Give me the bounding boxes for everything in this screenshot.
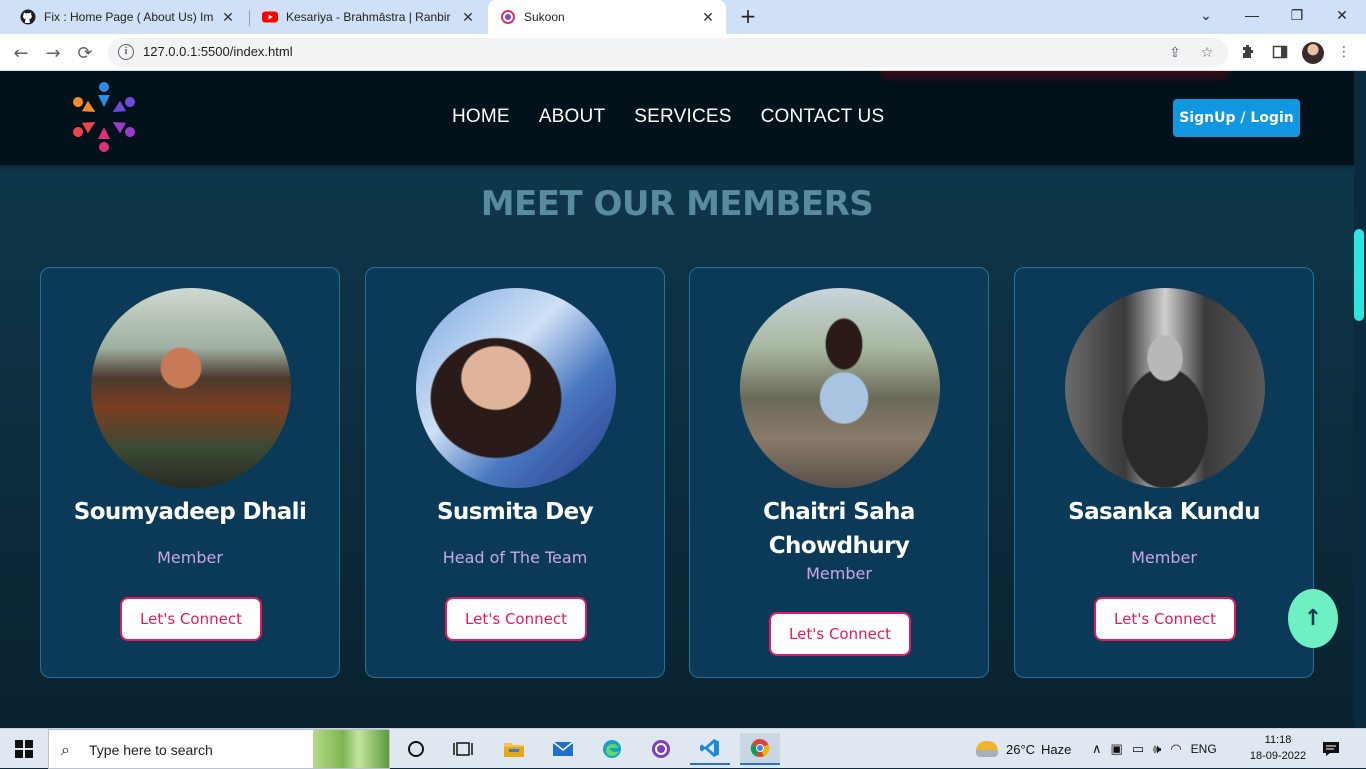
url-text[interactable]: 127.0.0.1:5500/index.html — [143, 44, 293, 59]
language-indicator[interactable]: ENG — [1191, 742, 1217, 756]
clock-time: 11:18 — [1264, 734, 1292, 746]
chrome-icon[interactable] — [740, 733, 780, 765]
member-photo — [91, 288, 291, 488]
minimize-button[interactable]: — — [1230, 0, 1274, 30]
task-view-icon[interactable] — [443, 733, 483, 765]
chevron-up-icon[interactable]: ∧ — [1092, 741, 1102, 757]
section-title: MEET OUR MEMBERS — [480, 184, 874, 224]
lets-connect-button[interactable]: Let's Connect — [1094, 597, 1236, 641]
member-name: Sasanka Kundu — [1068, 499, 1260, 525]
tab-title: Sukoon — [524, 10, 565, 24]
wifi-icon[interactable]: ◠ — [1170, 741, 1181, 757]
scroll-to-top-button[interactable]: ↑ — [1288, 589, 1338, 648]
main-menu: HOME ABOUT SERVICES CONTACT US — [452, 106, 884, 128]
share-icon[interactable]: ⇪ — [1166, 44, 1184, 62]
sukoon-logo[interactable] — [64, 77, 144, 157]
forward-icon[interactable]: → — [40, 40, 66, 66]
browser-toolbar: ← → ⟳ i 127.0.0.1:5500/index.html ⇪ ☆ ⋮ — [0, 34, 1366, 71]
battery-icon[interactable]: ▭ — [1132, 741, 1144, 757]
tab-youtube[interactable]: Kesariya - Brahmāstra | Ranbir Ka ✕ — [250, 0, 486, 34]
search-highlight-image — [313, 730, 389, 768]
nav-contact-us[interactable]: CONTACT US — [761, 106, 885, 128]
vscode-icon[interactable] — [690, 733, 730, 765]
web-page: HOME ABOUT SERVICES CONTACT US SignUp / … — [0, 71, 1354, 728]
youtube-icon — [262, 11, 278, 23]
close-tab-icon[interactable]: ✕ — [460, 9, 476, 26]
site-header: HOME ABOUT SERVICES CONTACT US SignUp / … — [0, 71, 1354, 165]
side-panel-icon[interactable] — [1270, 42, 1290, 62]
extensions-icon[interactable] — [1238, 42, 1258, 62]
site-info-icon[interactable]: i — [118, 44, 134, 60]
lets-connect-button[interactable]: Let's Connect — [769, 612, 911, 656]
restore-button[interactable]: ❐ — [1275, 0, 1319, 30]
signup-login-button[interactable]: SignUp / Login — [1173, 99, 1300, 137]
tab-title: Fix : Home Page ( About Us) Imag — [44, 10, 214, 24]
lets-connect-button[interactable]: Let's Connect — [445, 597, 587, 641]
weather-condition: Haze — [1041, 741, 1072, 757]
new-tab-button[interactable]: + — [736, 5, 760, 29]
clock[interactable]: 11:18 18-09-2022 — [1248, 732, 1308, 764]
nav-home[interactable]: HOME — [452, 106, 510, 128]
menu-dots-icon[interactable]: ⋮ — [1334, 42, 1354, 62]
member-name: Chaitri Saha Chowdhury — [763, 499, 915, 559]
scrollbar-thumb[interactable] — [1354, 229, 1364, 321]
github-icon — [20, 9, 36, 25]
weather-haze-icon — [976, 741, 998, 757]
member-role: Member — [1131, 548, 1197, 567]
member-photo — [1065, 288, 1265, 488]
sukoon-favicon — [501, 10, 515, 24]
member-card: Sasanka Kundu Member Let's Connect — [1014, 267, 1314, 678]
member-role: Head of The Team — [442, 548, 588, 567]
tab-search-icon[interactable]: ⌄ — [1184, 0, 1228, 30]
mail-icon[interactable] — [543, 733, 583, 765]
page-scrollbar[interactable] — [1354, 71, 1366, 728]
bookmark-star-icon[interactable]: ☆ — [1198, 44, 1216, 62]
member-photo — [740, 288, 940, 488]
back-icon[interactable]: ← — [8, 40, 34, 66]
tab-github[interactable]: Fix : Home Page ( About Us) Imag ✕ — [8, 0, 246, 34]
address-bar[interactable]: i 127.0.0.1:5500/index.html ⇪ ☆ — [108, 38, 1228, 67]
windows-icon — [15, 740, 33, 758]
close-tab-icon[interactable]: ✕ — [700, 9, 716, 26]
search-icon: ⌕ — [61, 740, 70, 759]
file-explorer-icon[interactable] — [494, 733, 534, 765]
member-card: Soumyadeep Dhali Member Let's Connect — [40, 267, 340, 678]
weather-widget[interactable]: 26°C Haze — [976, 729, 1071, 769]
decorative-glow — [880, 71, 1230, 79]
reload-icon[interactable]: ⟳ — [72, 40, 98, 66]
close-tab-icon[interactable]: ✕ — [220, 9, 236, 26]
edge-icon[interactable] — [592, 733, 632, 765]
meet-now-icon[interactable]: ▣ — [1111, 741, 1123, 757]
member-name: Soumyadeep Dhali — [73, 499, 307, 525]
search-placeholder: Type here to search — [89, 742, 213, 758]
profile-avatar[interactable] — [1302, 42, 1324, 64]
browser-tab-bar: Fix : Home Page ( About Us) Imag ✕ Kesar… — [0, 0, 1366, 34]
member-role: Member — [157, 548, 223, 567]
nav-about[interactable]: ABOUT — [539, 106, 605, 128]
github-desktop-icon[interactable] — [641, 733, 681, 765]
member-role: Member — [806, 564, 872, 583]
nav-services[interactable]: SERVICES — [634, 106, 731, 128]
windows-taskbar: ⌕ Type here to search 26°C Haze ∧ ▣ ▭ 🕪 … — [0, 728, 1366, 769]
cortana-icon[interactable] — [396, 733, 436, 765]
member-name: Susmita Dey — [436, 499, 594, 525]
member-card: Chaitri Saha Chowdhury Member Let's Conn… — [689, 267, 989, 678]
tab-sukoon[interactable]: Sukoon ✕ — [488, 0, 726, 34]
start-button[interactable] — [0, 729, 48, 769]
system-tray: ∧ ▣ ▭ 🕪 ◠ ENG — [1092, 729, 1217, 769]
taskbar-search-box[interactable]: ⌕ Type here to search — [48, 729, 390, 769]
weather-temp: 26°C — [1006, 741, 1036, 757]
tab-title: Kesariya - Brahmāstra | Ranbir Ka — [286, 10, 454, 24]
notifications-icon[interactable] — [1322, 729, 1340, 769]
lets-connect-button[interactable]: Let's Connect — [120, 597, 262, 641]
clock-date: 18-09-2022 — [1249, 750, 1307, 762]
close-window-button[interactable]: ✕ — [1320, 0, 1364, 30]
volume-icon[interactable]: 🕪 — [1153, 741, 1161, 757]
member-photo — [416, 288, 616, 488]
member-card: Susmita Dey Head of The Team Let's Conne… — [365, 267, 665, 678]
